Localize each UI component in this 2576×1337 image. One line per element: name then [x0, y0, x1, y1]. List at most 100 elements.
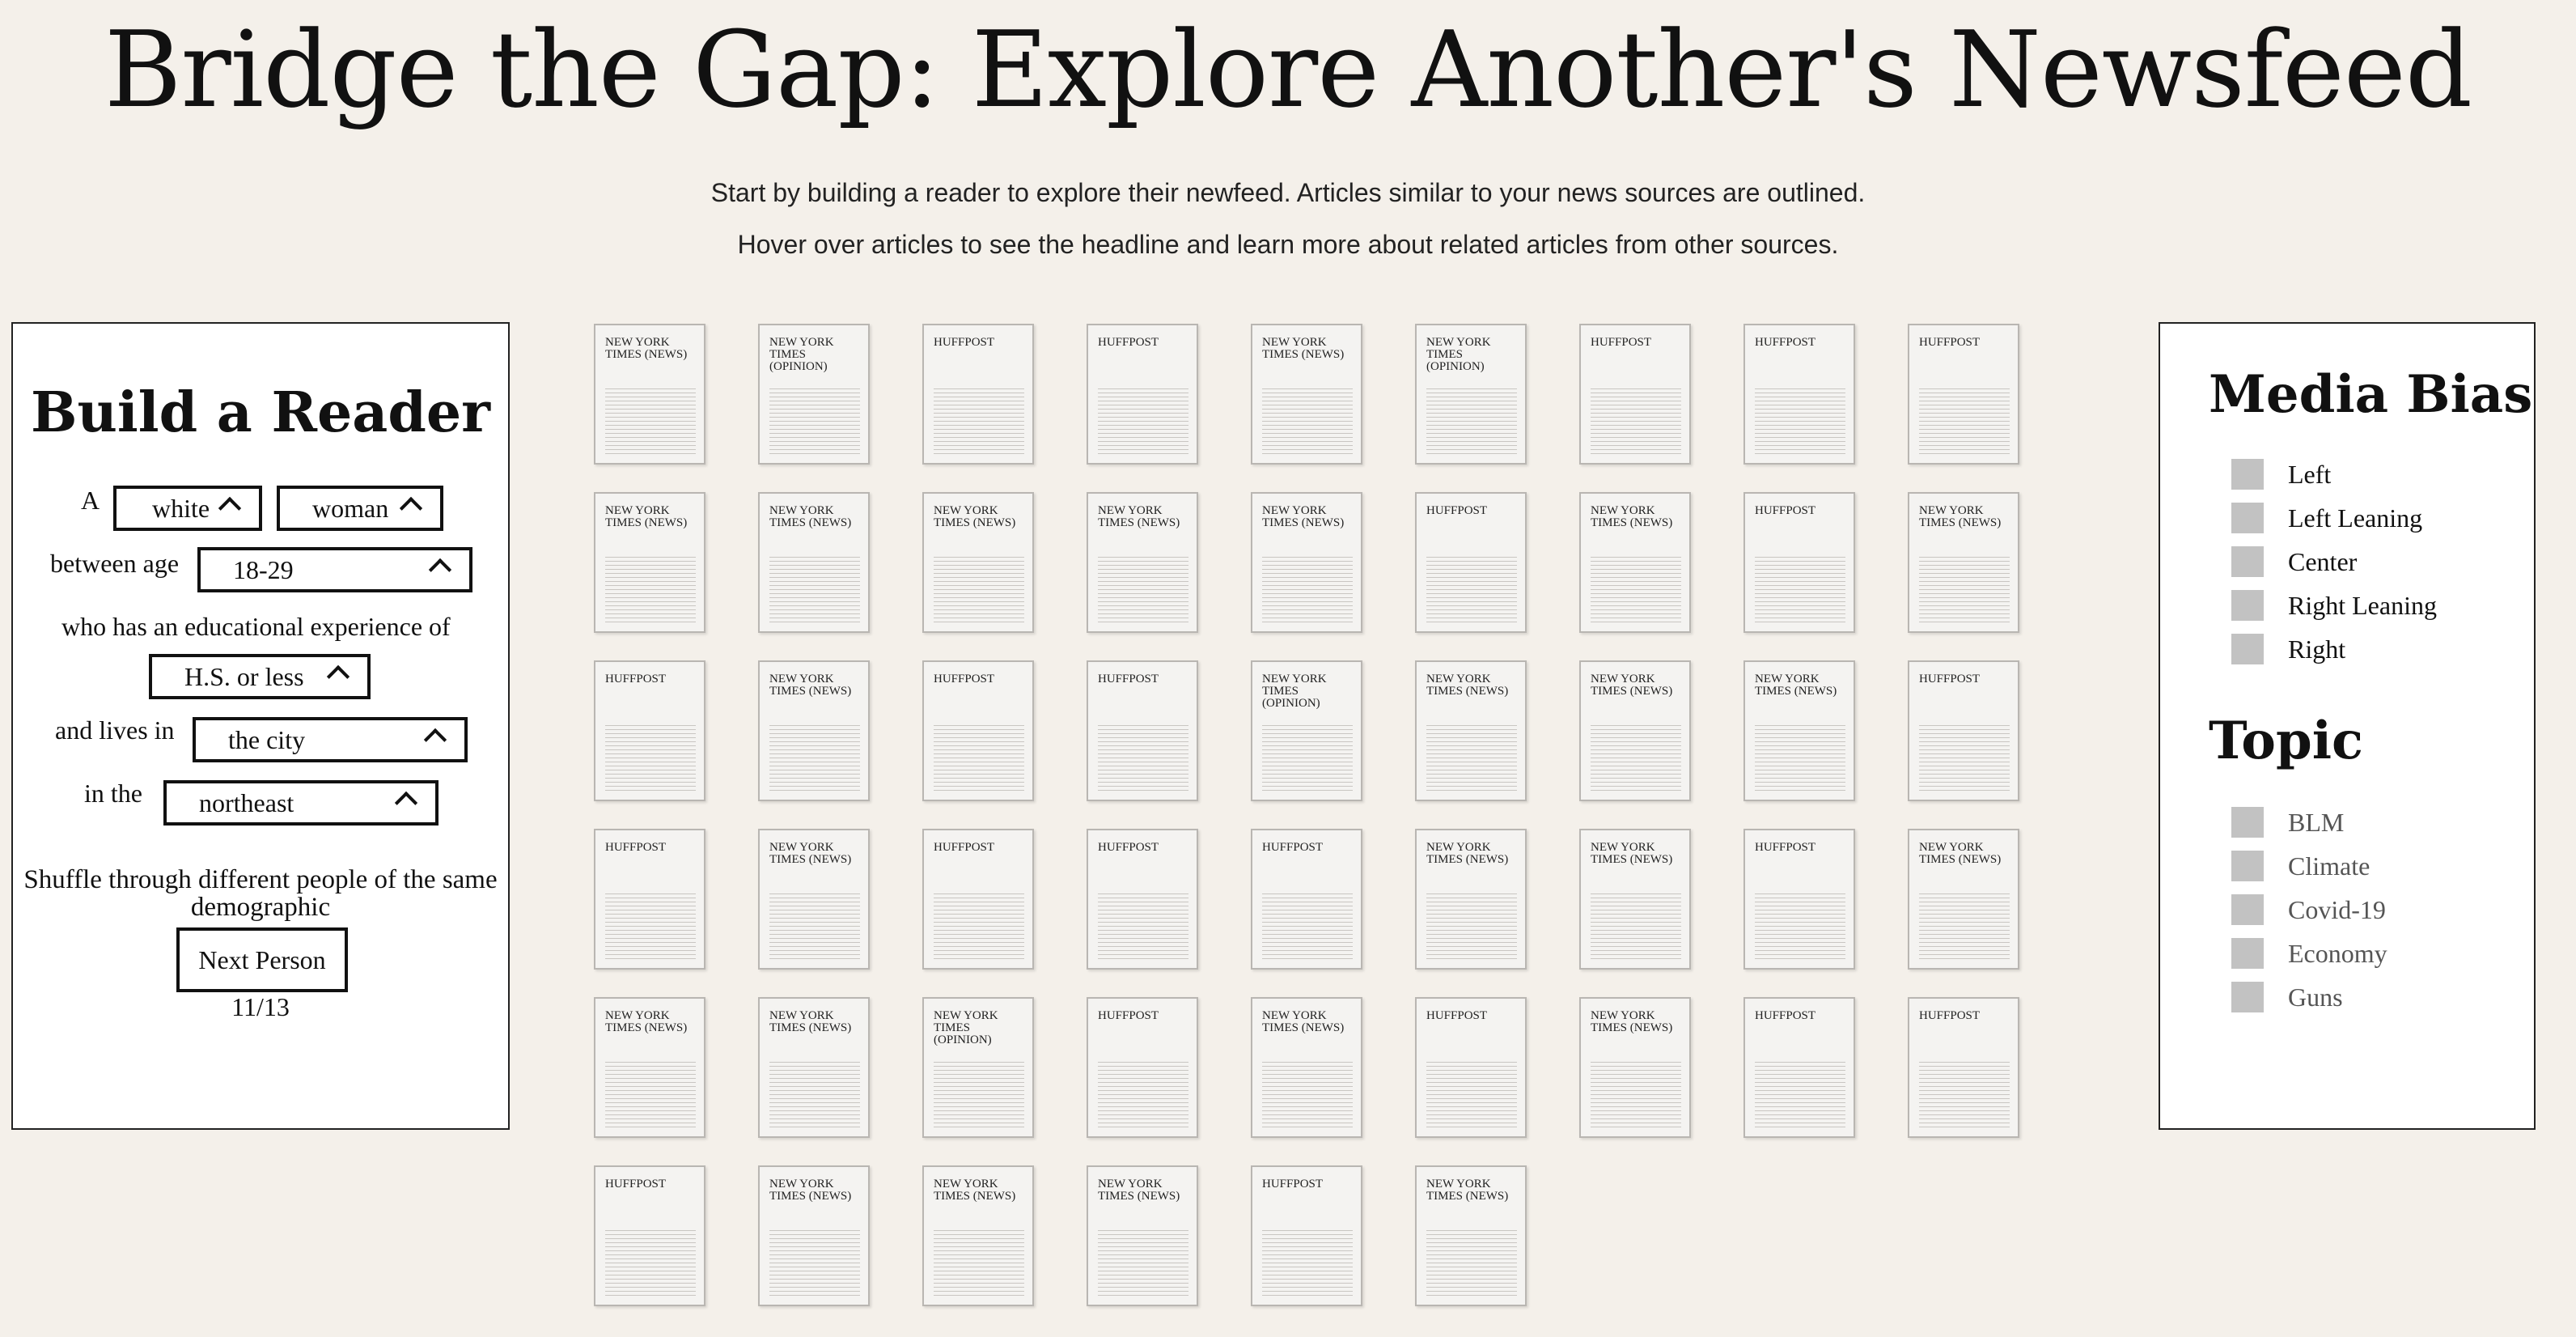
checkbox[interactable] — [2231, 894, 2264, 925]
article-card[interactable]: HUFFPOST — [922, 660, 1034, 801]
article-card[interactable]: NEW YORK TIMES (NEWS) — [922, 492, 1034, 633]
article-card[interactable]: HUFFPOST — [1251, 1165, 1362, 1306]
article-card[interactable]: NEW YORK TIMES (NEWS) — [1579, 997, 1691, 1138]
article-card[interactable]: NEW YORK TIMES (NEWS) — [758, 1165, 870, 1306]
region-dropdown[interactable]: northeast — [163, 780, 439, 826]
article-card[interactable]: NEW YORK TIMES (NEWS) — [758, 660, 870, 801]
checkbox[interactable] — [2231, 851, 2264, 881]
article-card[interactable]: HUFFPOST — [1579, 324, 1691, 465]
topic-filter-covid-19[interactable]: Covid-19 — [2231, 893, 2386, 926]
article-text-lines — [1426, 893, 1517, 960]
article-card[interactable]: NEW YORK TIMES (OPINION) — [758, 324, 870, 465]
checkbox[interactable] — [2231, 982, 2264, 1012]
article-card[interactable]: NEW YORK TIMES (NEWS) — [1908, 492, 2019, 633]
article-card[interactable]: NEW YORK TIMES (NEWS) — [1415, 660, 1527, 801]
article-card[interactable]: HUFFPOST — [1743, 829, 1855, 970]
bias-filter-center[interactable]: Center — [2231, 545, 2357, 578]
article-text-lines — [1919, 725, 2010, 792]
checkbox[interactable] — [2231, 590, 2264, 621]
article-text-lines — [1755, 893, 1845, 960]
article-card[interactable]: NEW YORK TIMES (NEWS) — [594, 324, 705, 465]
article-source: NEW YORK TIMES (NEWS) — [605, 1009, 688, 1034]
bias-filter-left[interactable]: Left — [2231, 458, 2331, 490]
checkbox[interactable] — [2231, 634, 2264, 664]
article-card[interactable]: NEW YORK TIMES (NEWS) — [758, 492, 870, 633]
page-title: Bridge the Gap: Explore Another's Newsfe… — [104, 8, 2472, 131]
article-card[interactable]: HUFFPOST — [1908, 997, 2019, 1138]
article-card[interactable]: HUFFPOST — [1908, 324, 2019, 465]
article-card[interactable]: NEW YORK TIMES (NEWS) — [1415, 1165, 1527, 1306]
article-text-lines — [1426, 388, 1517, 455]
age-dropdown[interactable]: 18-29 — [197, 547, 472, 592]
article-source: NEW YORK TIMES (NEWS) — [1426, 841, 1509, 866]
filter-label: Economy — [2288, 938, 2387, 968]
checkbox[interactable] — [2231, 807, 2264, 838]
article-card[interactable]: NEW YORK TIMES (OPINION) — [1415, 324, 1527, 465]
gender-dropdown[interactable]: woman — [277, 486, 443, 531]
article-card[interactable]: NEW YORK TIMES (NEWS) — [1743, 660, 1855, 801]
article-card[interactable]: NEW YORK TIMES (NEWS) — [1579, 660, 1691, 801]
article-card[interactable]: HUFFPOST — [922, 829, 1034, 970]
next-person-button[interactable]: Next Person — [176, 927, 348, 992]
article-card[interactable]: HUFFPOST — [1743, 492, 1855, 633]
article-source: HUFFPOST — [934, 336, 995, 349]
article-card[interactable]: HUFFPOST — [594, 660, 705, 801]
article-card[interactable]: HUFFPOST — [1087, 324, 1198, 465]
bias-filter-right[interactable]: Right — [2231, 633, 2345, 665]
topic-filter-guns[interactable]: Guns — [2231, 981, 2343, 1013]
topic-filter-climate[interactable]: Climate — [2231, 850, 2370, 882]
article-card[interactable]: HUFFPOST — [922, 324, 1034, 465]
article-card[interactable]: HUFFPOST — [1415, 492, 1527, 633]
chevron-up-icon — [326, 664, 350, 689]
article-card[interactable]: NEW YORK TIMES (NEWS) — [1087, 1165, 1198, 1306]
article-card[interactable]: HUFFPOST — [1908, 660, 2019, 801]
article-source: NEW YORK TIMES (OPINION) — [934, 1009, 998, 1046]
bias-filter-left-leaning[interactable]: Left Leaning — [2231, 502, 2422, 534]
checkbox[interactable] — [2231, 459, 2264, 490]
article-card[interactable]: HUFFPOST — [1415, 997, 1527, 1138]
article-card[interactable]: NEW YORK TIMES (NEWS) — [758, 829, 870, 970]
race-dropdown[interactable]: white — [113, 486, 262, 531]
checkbox[interactable] — [2231, 503, 2264, 533]
filter-label: Right Leaning — [2288, 590, 2437, 620]
checkbox[interactable] — [2231, 546, 2264, 577]
article-card[interactable]: NEW YORK TIMES (NEWS) — [1087, 492, 1198, 633]
subtitle-line-1: Start by building a reader to explore th… — [710, 178, 1866, 207]
region-value: northeast — [199, 787, 294, 817]
article-card[interactable]: NEW YORK TIMES (NEWS) — [1579, 829, 1691, 970]
article-card[interactable]: NEW YORK TIMES (OPINION) — [922, 997, 1034, 1138]
article-card[interactable]: HUFFPOST — [594, 1165, 705, 1306]
article-card[interactable]: HUFFPOST — [594, 829, 705, 970]
article-card[interactable]: HUFFPOST — [1743, 997, 1855, 1138]
topic-filter-economy[interactable]: Economy — [2231, 937, 2387, 970]
article-card[interactable]: HUFFPOST — [1743, 324, 1855, 465]
article-card[interactable]: NEW YORK TIMES (NEWS) — [1579, 492, 1691, 633]
article-card[interactable]: NEW YORK TIMES (NEWS) — [758, 997, 870, 1138]
article-card[interactable]: HUFFPOST — [1087, 997, 1198, 1138]
article-text-lines — [1919, 388, 2010, 455]
article-source: NEW YORK TIMES (NEWS) — [1919, 504, 2002, 529]
article-card[interactable]: NEW YORK TIMES (NEWS) — [1251, 492, 1362, 633]
article-source: NEW YORK TIMES (NEWS) — [769, 1178, 852, 1203]
article-text-lines — [769, 893, 860, 960]
bias-filter-right-leaning[interactable]: Right Leaning — [2231, 589, 2437, 622]
article-card[interactable]: HUFFPOST — [1087, 829, 1198, 970]
article-card[interactable]: NEW YORK TIMES (OPINION) — [1251, 660, 1362, 801]
checkbox[interactable] — [2231, 938, 2264, 969]
article-card[interactable]: NEW YORK TIMES (NEWS) — [922, 1165, 1034, 1306]
article-card[interactable]: NEW YORK TIMES (NEWS) — [594, 997, 705, 1138]
article-card[interactable]: NEW YORK TIMES (NEWS) — [594, 492, 705, 633]
article-source: HUFFPOST — [1755, 841, 1816, 854]
article-card[interactable]: NEW YORK TIMES (NEWS) — [1251, 324, 1362, 465]
area-dropdown[interactable]: the city — [193, 717, 468, 762]
article-card[interactable]: HUFFPOST — [1087, 660, 1198, 801]
article-card[interactable]: NEW YORK TIMES (NEWS) — [1251, 997, 1362, 1138]
article-card[interactable]: NEW YORK TIMES (NEWS) — [1415, 829, 1527, 970]
article-source: NEW YORK TIMES (NEWS) — [1755, 673, 1837, 698]
article-card[interactable]: HUFFPOST — [1251, 829, 1362, 970]
education-dropdown[interactable]: H.S. or less — [149, 654, 371, 699]
article-text-lines — [934, 1062, 1024, 1128]
topic-filter-blm[interactable]: BLM — [2231, 806, 2344, 838]
article-card[interactable]: NEW YORK TIMES (NEWS) — [1908, 829, 2019, 970]
gender-value: woman — [312, 493, 389, 523]
